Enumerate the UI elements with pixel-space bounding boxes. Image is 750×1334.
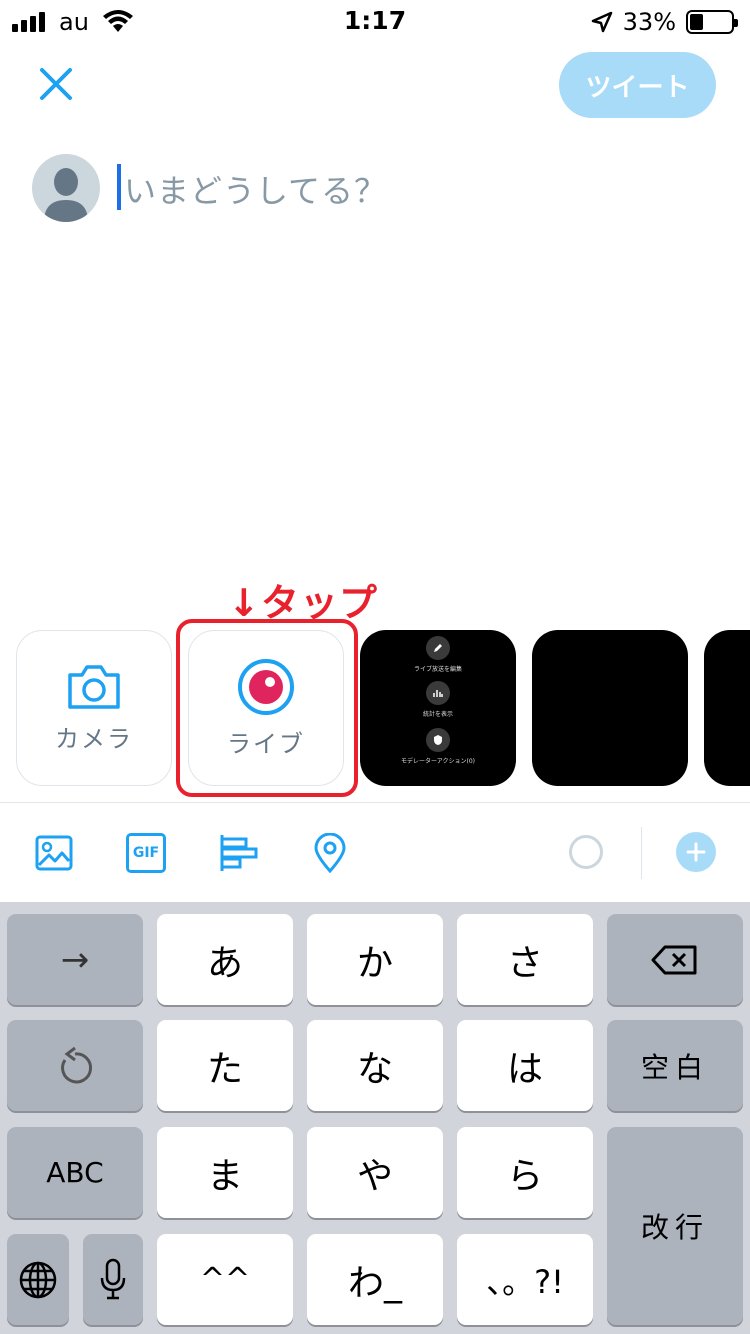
location-pin-icon[interactable] [310,833,350,873]
camera-icon [68,664,120,709]
key-ka[interactable]: か [307,914,443,1005]
poll-icon[interactable] [218,833,258,873]
key-wa[interactable]: わ_ [307,1234,443,1325]
close-icon[interactable] [34,62,78,106]
key-ya[interactable]: や [307,1127,443,1218]
media-thumbnail[interactable] [704,630,750,786]
compose-toolbar: GIF [0,803,750,902]
pencil-icon [426,636,450,660]
camera-tile[interactable]: カメラ [16,630,172,786]
undo-key[interactable] [7,1020,143,1111]
next-candidate-key[interactable]: → [7,914,143,1005]
enter-key[interactable]: 改行 [607,1127,743,1325]
battery-icon [686,10,738,34]
text-cursor [117,164,121,210]
mic-key[interactable] [83,1234,143,1325]
status-bar: au 1:17 33% [0,0,750,40]
stats-icon [426,681,450,705]
media-thumbnail[interactable] [532,630,688,786]
space-key[interactable]: 空白 [607,1020,743,1111]
thumb-option: ライブ放送を編集 [360,636,516,673]
key-ra[interactable]: ら [457,1127,593,1218]
globe-icon [19,1261,57,1298]
microphone-icon [100,1258,126,1299]
location-arrow-icon [591,11,612,33]
tap-highlight-box [176,619,358,797]
key-ta[interactable]: た [157,1020,293,1111]
thumb-option: モデレーターアクション(0) [360,728,516,765]
punctuation-key[interactable]: 、。?! [457,1234,593,1325]
default-avatar-icon [44,168,88,222]
battery-percent: 33% [622,8,676,36]
key-sa[interactable]: さ [457,914,593,1005]
key-ma[interactable]: ま [157,1127,293,1218]
thumb-option: 統計を表示 [360,681,516,718]
gif-icon[interactable]: GIF [126,833,166,873]
delete-key[interactable] [607,914,743,1005]
kaomoji-key[interactable]: ^^ [157,1234,293,1325]
backspace-icon [651,945,697,974]
key-na[interactable]: な [307,1020,443,1111]
character-counter-icon [569,835,603,869]
compose-input[interactable]: いまどうしてる？ [124,166,387,212]
tweet-button[interactable]: ツイート [559,52,716,118]
key-ha[interactable]: は [457,1020,593,1111]
media-picker-row: カメラ ライブ ライブ放送を編集 統計を表示 モデレーターアクション(0) [0,630,750,786]
toolbar-divider [641,827,642,879]
image-icon[interactable] [34,833,74,873]
add-tweet-icon[interactable] [676,832,716,872]
media-thumbnail[interactable]: ライブ放送を編集 統計を表示 モデレーターアクション(0) [360,630,516,786]
keyboard: → あ か さ た な は 空白 ABC ま や ら 改行 ^^ わ_ 、。?! [0,902,750,1334]
globe-key[interactable] [7,1234,69,1325]
abc-key[interactable]: ABC [7,1127,143,1218]
key-a[interactable]: あ [157,914,293,1005]
camera-label: カメラ [55,724,133,753]
shield-icon [426,728,450,752]
avatar [32,154,100,222]
undo-icon [61,1046,93,1083]
battery-fill [690,14,704,30]
